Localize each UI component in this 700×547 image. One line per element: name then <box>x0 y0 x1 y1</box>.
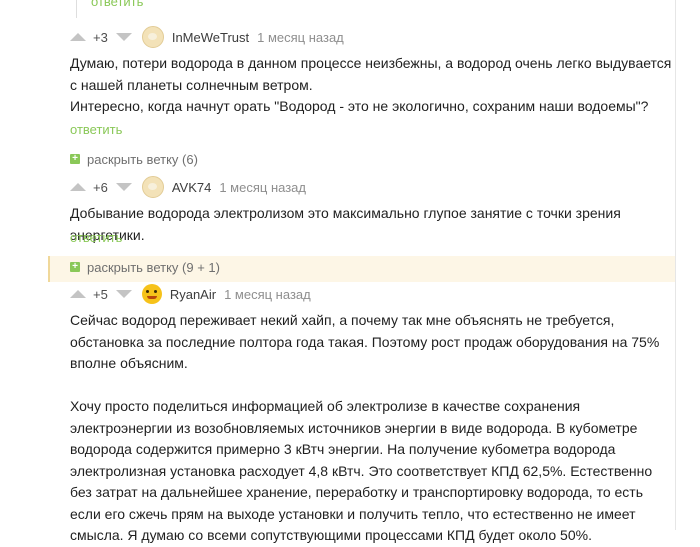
comment-line: Интересно, когда начнут орать "Водород -… <box>70 98 649 114</box>
content-border <box>675 0 676 530</box>
upvote-icon[interactable] <box>70 183 86 191</box>
comment-body: Сейчас водород переживает некий хайп, а … <box>70 310 675 547</box>
comment-header: +5 RyanAir 1 месяц назад <box>70 284 311 304</box>
comment-body: Добывание водорода электролизом это макс… <box>70 203 675 246</box>
expand-thread-label: раскрыть ветку (9 + 1) <box>87 259 220 275</box>
comment-rating: +5 <box>93 286 108 302</box>
comment-rating: +6 <box>93 179 108 195</box>
avatar[interactable] <box>141 26 164 48</box>
upvote-icon[interactable] <box>70 33 86 41</box>
comment-body: Думаю, потери водорода в данном процессе… <box>70 53 675 118</box>
expand-thread-button[interactable]: + раскрыть ветку (9 + 1) <box>70 258 220 276</box>
comment-header: +3 InMeWeTrust 1 месяц назад <box>70 26 344 48</box>
comment-paragraph: Хочу просто поделиться информацией об эл… <box>70 398 653 543</box>
expand-thread-button[interactable]: + раскрыть ветку (6) <box>70 150 198 168</box>
avatar[interactable] <box>141 176 164 198</box>
comment-line: Добывание водорода электролизом это макс… <box>70 205 621 243</box>
comment-rating: +3 <box>93 29 108 45</box>
reply-link[interactable]: ответить <box>70 122 122 137</box>
comment-time[interactable]: 1 месяц назад <box>224 287 311 302</box>
comment-header: +6 AVK74 1 месяц назад <box>70 176 306 198</box>
comment-time[interactable]: 1 месяц назад <box>219 180 306 195</box>
plus-icon: + <box>70 154 80 164</box>
reply-link[interactable]: ответить <box>70 230 122 245</box>
thread-marker <box>48 256 50 282</box>
upvote-icon[interactable] <box>70 290 86 298</box>
comment-paragraph: Сейчас водород переживает некий хайп, а … <box>70 312 660 371</box>
plus-icon: + <box>70 262 80 272</box>
comment-author[interactable]: RyanAir <box>170 287 216 302</box>
downvote-icon[interactable] <box>115 290 132 298</box>
downvote-icon[interactable] <box>115 183 132 191</box>
downvote-icon[interactable] <box>115 33 132 41</box>
expand-thread-label: раскрыть ветку (6) <box>87 151 198 167</box>
comment-author[interactable]: InMeWeTrust <box>172 30 249 45</box>
comment-time[interactable]: 1 месяц назад <box>257 30 344 45</box>
avatar[interactable] <box>141 284 162 304</box>
previous-reply-link[interactable]: ответить <box>91 0 143 9</box>
comment-line: Думаю, потери водорода в данном процессе… <box>70 55 672 93</box>
comment-author[interactable]: AVK74 <box>172 180 212 195</box>
thread-line <box>76 0 77 18</box>
